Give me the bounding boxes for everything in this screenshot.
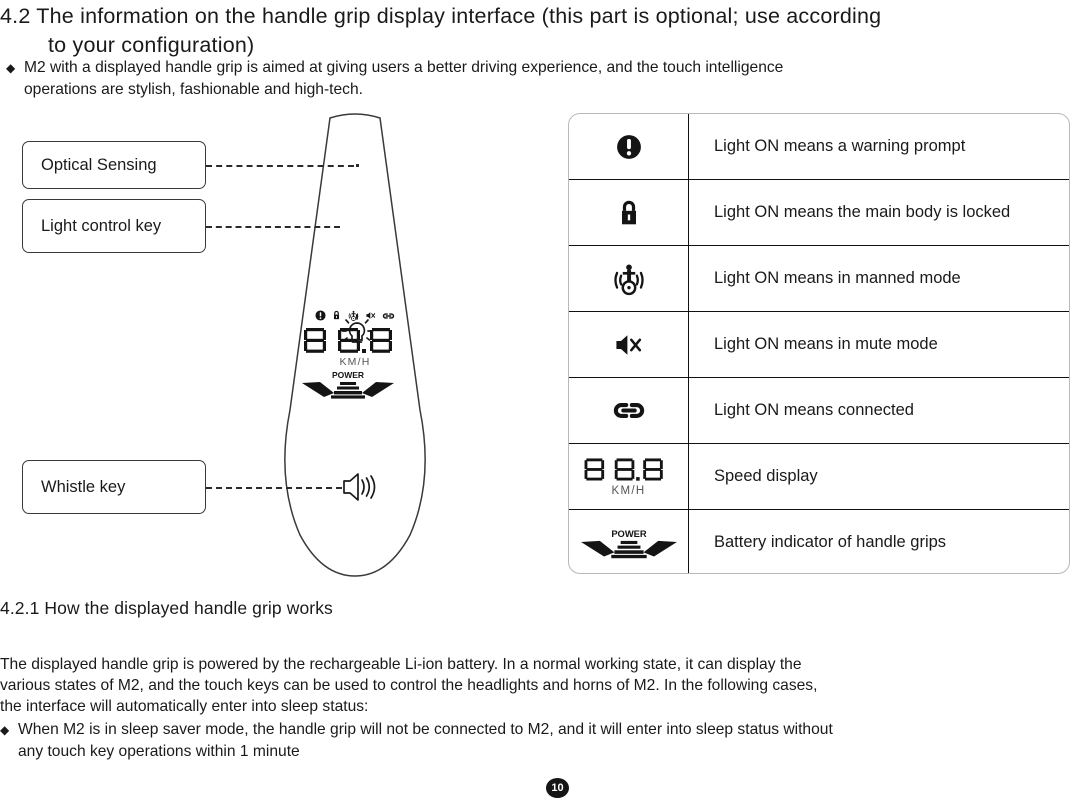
intro-text-line-1: M2 with a displayed handle grip is aimed… [24, 59, 784, 76]
body-paragraph-line-3: the interface will automatically enter i… [0, 698, 369, 715]
legend-icon-cell [569, 312, 689, 377]
seven-segment-digits-icon [304, 328, 392, 353]
diamond-bullet-icon: ◆ [6, 61, 16, 75]
lcd-status-icon-row [300, 308, 410, 323]
table-row: Light ON means in manned mode [569, 246, 1069, 312]
table-row: Light ON means the main body is locked [569, 180, 1069, 246]
legend-label-cell: Light ON means in mute mode [714, 335, 938, 353]
body-bullet-line-1: When M2 is in sleep saver mode, the hand… [18, 721, 833, 738]
speed-display-icon [584, 457, 663, 481]
section-heading: 4.2 The information on the handle grip d… [0, 2, 1092, 60]
legend-label-cell: Light ON means the main body is locked [714, 203, 1011, 221]
intro-paragraph: ◆ M2 with a displayed handle grip is aim… [6, 57, 1076, 101]
legend-label-cell: Light ON means a warning prompt [714, 137, 966, 155]
warning-icon [315, 310, 326, 321]
manned-mode-icon [348, 310, 359, 321]
lcd-speed-digits [300, 327, 410, 355]
link-icon [613, 403, 644, 418]
legend-label-cell: Battery indicator of handle grips [714, 533, 947, 551]
lcd-power-indicator: POWER [300, 369, 410, 399]
leader-line-optical-sensing [206, 165, 354, 167]
legend-label-cell: Light ON means in manned mode [714, 269, 961, 287]
lcd-unit-label: KM/H [339, 356, 371, 368]
table-row: POWER Battery indicator of handle grips [569, 510, 1069, 573]
power-battery-icon: POWER [302, 370, 394, 399]
heading-line-1: 4.2 The information on the handle grip d… [0, 4, 882, 28]
intro-bullet-text: M2 with a displayed handle grip is aimed… [24, 57, 1076, 101]
table-row: Light ON means a warning prompt [569, 114, 1069, 180]
intro-bullet-row: ◆ M2 with a displayed handle grip is aim… [6, 57, 1076, 101]
body-bullet-row: ◆ When M2 is in sleep saver mode, the ha… [0, 719, 1086, 763]
callout-whistle-key[interactable]: Whistle key [22, 460, 206, 514]
link-icon [382, 312, 395, 319]
callout-whistle-key-label: Whistle key [41, 477, 126, 496]
legend-icon-cell [569, 378, 689, 443]
legend-icon-cell: POWER [569, 510, 689, 573]
mute-icon [366, 312, 376, 319]
table-row: Light ON means in mute mode [569, 312, 1069, 378]
leader-line-light-control-key [206, 226, 340, 228]
power-label-text: POWER [332, 370, 364, 380]
speaker-horn-icon[interactable] [338, 468, 380, 506]
legend-icon-cell [569, 114, 689, 179]
leader-line-whistle-key [206, 487, 342, 489]
subsection-title: 4.2.1 How the displayed handle grip work… [0, 598, 333, 618]
legend-table: Light ON means a warning prompt Light ON… [568, 113, 1070, 574]
body-paragraph-line-1: The displayed handle grip is powered by … [0, 656, 802, 673]
legend-icon-cell: KM/H [569, 444, 689, 509]
heading-line-2: to your configuration) [48, 33, 255, 57]
callout-optical-sensing-label: Optical Sensing [41, 155, 157, 174]
legend-label-cell: Speed display [714, 467, 818, 485]
mute-icon [615, 334, 641, 355]
speed-display-unit-label: KM/H [611, 484, 646, 497]
power-label-text: POWER [611, 528, 647, 538]
intro-text-line-2: operations are stylish, fashionable and … [24, 81, 363, 98]
diamond-bullet-icon: ◆ [0, 723, 10, 737]
lock-icon [333, 310, 340, 320]
body-bullet-line-2: any touch key operations within 1 minute [18, 743, 300, 760]
legend-icon-cell [569, 246, 689, 311]
page-number-badge: 10 [546, 778, 569, 798]
legend-icon-cell [569, 180, 689, 245]
table-row: KM/H Speed display [569, 444, 1069, 510]
legend-label-cell: Light ON means connected [714, 401, 914, 419]
callout-light-control-key-label: Light control key [41, 216, 162, 235]
handle-grip-figure: Optical Sensing Light control key Whistl… [0, 110, 470, 590]
manned-mode-icon [613, 263, 644, 295]
callout-light-control-key[interactable]: Light control key [22, 199, 206, 253]
lcd-cluster: KM/H POWER [300, 308, 410, 399]
body-paragraph-line-2: various states of M2, and the touch keys… [0, 677, 818, 694]
body-bullet-text: When M2 is in sleep saver mode, the hand… [18, 719, 1086, 763]
optical-sensing-dot-icon [356, 164, 359, 167]
lock-icon [621, 200, 636, 224]
table-row: Light ON means connected [569, 378, 1069, 444]
warning-icon [616, 134, 641, 159]
power-battery-icon: POWER [580, 528, 677, 558]
callout-optical-sensing[interactable]: Optical Sensing [22, 141, 206, 189]
subsection-body: The displayed handle grip is powered by … [0, 654, 1086, 763]
